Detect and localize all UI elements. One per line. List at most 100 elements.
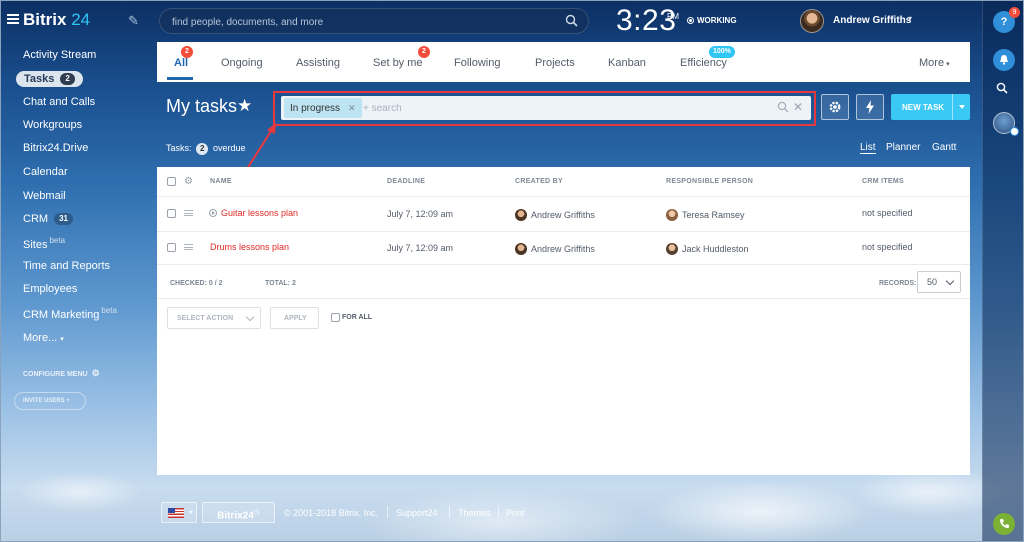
crm-cell: not specified: [862, 208, 913, 218]
gear-icon[interactable]: ⚙: [184, 176, 193, 187]
search-icon[interactable]: [777, 101, 789, 113]
avatar[interactable]: [800, 9, 824, 33]
sidebar-item-time-reports[interactable]: Time and Reports: [23, 260, 110, 272]
sidebar-item-drive[interactable]: Bitrix24.Drive: [23, 142, 88, 154]
tab-following[interactable]: Following: [454, 57, 500, 69]
remove-chip-icon[interactable]: ✕: [348, 103, 356, 113]
sidebar-item-label: Employees: [23, 283, 78, 295]
user-name[interactable]: Andrew Griffiths: [833, 15, 911, 26]
tab-label: Assisting: [296, 57, 341, 69]
sidebar-item-employees[interactable]: Employees: [23, 283, 77, 295]
row-checkbox[interactable]: [167, 243, 176, 252]
robots-button[interactable]: [856, 94, 884, 120]
sidebar-item-sites[interactable]: Sites beta: [23, 236, 65, 251]
view-planner[interactable]: Planner: [886, 142, 920, 153]
view-gantt[interactable]: Gantt: [932, 142, 956, 153]
tab-all[interactable]: All: [174, 57, 188, 69]
column-header-created-by[interactable]: CREATED BY: [515, 178, 563, 185]
beta-label: beta: [49, 236, 66, 245]
tab-kanban[interactable]: Kanban: [608, 57, 646, 69]
new-task-button[interactable]: NEW TASK: [891, 94, 970, 120]
tab-label: Set by me: [373, 57, 423, 69]
filter-chip-label: In progress: [290, 103, 341, 114]
select-action-dropdown[interactable]: SELECT ACTION: [167, 307, 261, 329]
column-header-name[interactable]: NAME: [210, 178, 232, 185]
responsible-cell[interactable]: Jack Huddleston: [666, 243, 749, 255]
created-by-cell[interactable]: Andrew Griffiths: [515, 209, 595, 221]
phone-button[interactable]: [993, 513, 1015, 535]
tab-set-by-me[interactable]: Set by me: [373, 57, 423, 69]
responsible-cell[interactable]: Teresa Ramsey: [666, 209, 745, 221]
themes-link[interactable]: Themes: [458, 508, 491, 518]
deadline-cell[interactable]: July 7, 12:09 am: [387, 243, 453, 253]
for-all-checkbox[interactable]: [331, 313, 340, 322]
sidebar-item-crm-marketing[interactable]: CRM Marketing beta: [23, 306, 117, 321]
drag-handle-icon[interactable]: [184, 210, 193, 216]
search-icon[interactable]: [565, 14, 578, 27]
apply-button[interactable]: APPLY: [270, 307, 319, 329]
table-row: Guitar lessons plan: [221, 208, 298, 218]
view-list[interactable]: List: [860, 142, 876, 154]
sidebar-item-webmail[interactable]: Webmail: [23, 190, 66, 202]
sidebar-item-label: More...: [23, 332, 58, 344]
clear-filter-icon[interactable]: ✕: [793, 100, 803, 114]
language-button[interactable]: [161, 502, 197, 523]
bitrix24-label: Bitrix24: [217, 510, 254, 522]
column-header-deadline[interactable]: DEADLINE: [387, 178, 425, 185]
gear-icon: ⚙: [91, 368, 100, 378]
work-status[interactable]: WORKING: [687, 16, 737, 25]
configure-menu-link[interactable]: CONFIGURE MENU ⚙: [23, 368, 100, 379]
sidebar-item-more[interactable]: More... ▾: [23, 332, 64, 344]
logo-number: 24: [71, 10, 91, 29]
invite-users-button[interactable]: INVITE USERS +: [14, 392, 86, 410]
tab-ongoing[interactable]: Ongoing: [221, 57, 263, 69]
tab-label: Efficiency: [680, 57, 727, 69]
task-link[interactable]: Drums lessons plan: [210, 242, 289, 252]
support-link[interactable]: Support24: [396, 508, 438, 518]
bitrix24-button[interactable]: Bitrix24◷: [202, 502, 275, 523]
chevron-down-icon[interactable]: ▾: [908, 14, 912, 23]
column-header-crm[interactable]: CRM ITEMS: [862, 178, 904, 185]
global-search-input[interactable]: [172, 14, 552, 30]
print-link[interactable]: Print: [506, 508, 525, 518]
filter-search-input[interactable]: [363, 99, 743, 117]
deadline-cell[interactable]: July 7, 12:09 am: [387, 209, 453, 219]
counter-suffix[interactable]: overdue: [213, 143, 246, 153]
drag-handle-icon[interactable]: [184, 244, 193, 250]
edit-pencil-icon[interactable]: ✎: [128, 13, 139, 29]
search-icon[interactable]: [996, 82, 1008, 94]
tab-label: All: [174, 57, 189, 69]
created-by-cell[interactable]: Andrew Griffiths: [515, 243, 595, 255]
clock[interactable]: 3:23: [616, 4, 676, 38]
task-filter: In progress ✕ ✕: [281, 96, 811, 120]
sidebar-item-label: Tasks: [24, 73, 55, 85]
settings-button[interactable]: [821, 94, 849, 120]
filter-chip[interactable]: In progress ✕: [284, 98, 362, 118]
counter-value[interactable]: 2: [196, 143, 209, 155]
task-link[interactable]: Guitar lessons plan: [221, 208, 298, 218]
tab-assisting[interactable]: Assisting: [296, 57, 340, 69]
new-task-dropdown[interactable]: [952, 94, 970, 120]
sidebar-item-workgroups[interactable]: Workgroups: [23, 119, 82, 131]
menu-burger-icon[interactable]: [7, 14, 19, 24]
sidebar-item-tasks[interactable]: Tasks 2: [16, 71, 83, 87]
records-value: 50: [927, 277, 938, 287]
tab-projects[interactable]: Projects: [535, 57, 575, 69]
sidebar-item-activity-stream[interactable]: Activity Stream: [23, 49, 96, 61]
column-header-responsible[interactable]: RESPONSIBLE PERSON: [666, 178, 753, 185]
menu-counter: 31: [54, 213, 73, 225]
notifications-button[interactable]: [993, 49, 1015, 71]
row-checkbox[interactable]: [167, 209, 176, 218]
star-icon[interactable]: ★: [237, 96, 252, 116]
sidebar-item-crm[interactable]: CRM 31: [23, 213, 73, 225]
select-all-checkbox[interactable]: [167, 177, 176, 186]
tab-efficiency[interactable]: Efficiency: [680, 57, 727, 69]
tab-more[interactable]: More ▾: [919, 57, 950, 69]
total-count: TOTAL: 2: [265, 280, 296, 287]
sidebar-item-chat[interactable]: Chat and Calls: [23, 96, 95, 108]
sidebar-item-calendar[interactable]: Calendar: [23, 166, 68, 178]
records-select[interactable]: 50: [917, 271, 961, 293]
logo[interactable]: Bitrix 24: [23, 10, 90, 30]
timer-icon[interactable]: [209, 209, 217, 217]
chevron-down-icon: [945, 276, 955, 286]
